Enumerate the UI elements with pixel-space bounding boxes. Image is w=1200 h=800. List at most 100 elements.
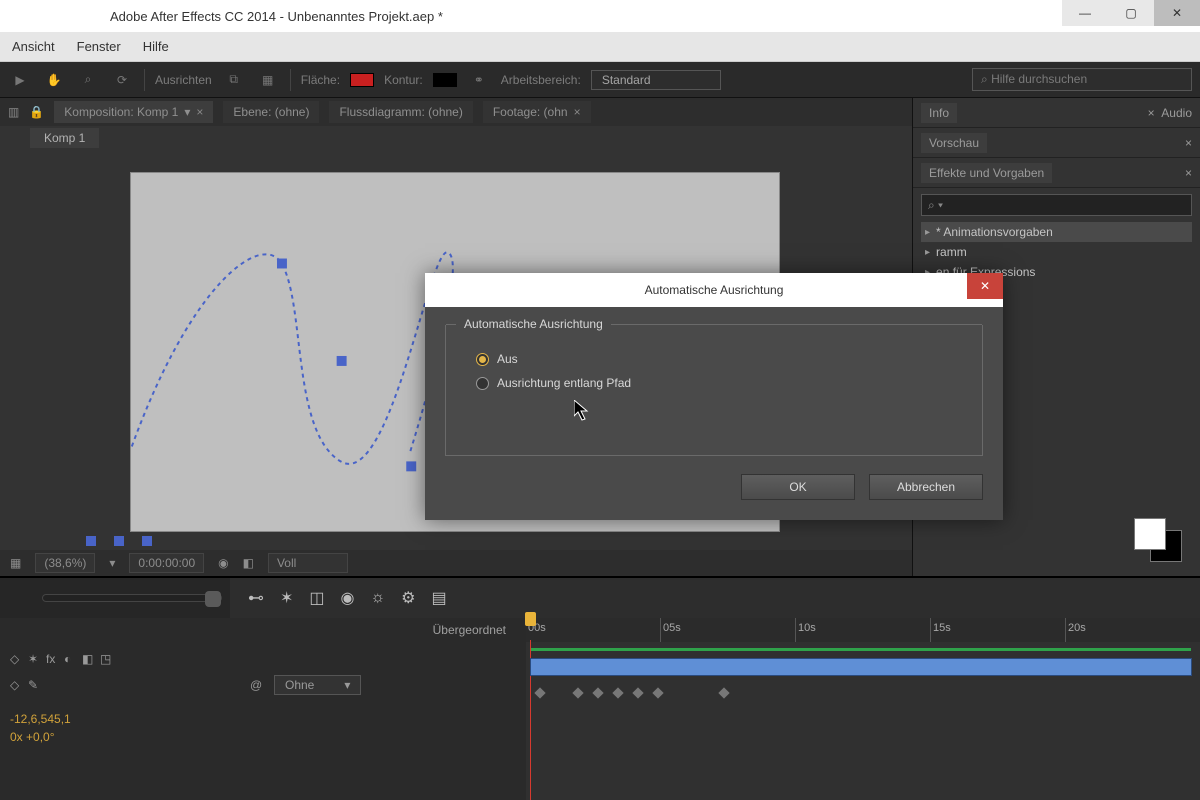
parent-pickwhip-icon[interactable]: @ (250, 678, 264, 692)
keyframe-icon[interactable] (718, 687, 729, 698)
mask-icon[interactable]: ◧ (243, 556, 254, 570)
rotation-value[interactable]: 0x +0,0° (10, 728, 516, 746)
auto-orient-fieldset: Automatische Ausrichtung Aus Ausrichtung… (445, 325, 983, 456)
shy-icon[interactable]: ✶ (280, 588, 293, 608)
radio-off[interactable]: Aus (464, 347, 964, 371)
auto-orient-dialog: Automatische Ausrichtung ✕ Automatische … (425, 273, 1003, 520)
parent-dropdown[interactable]: Ohne▾ (274, 675, 361, 695)
grid-icon[interactable]: ▦ (10, 556, 21, 570)
menu-bar: Ansicht Fenster Hilfe (0, 32, 1200, 62)
menu-fenster[interactable]: Fenster (77, 39, 121, 54)
time-ruler[interactable]: 00s 05s 10s 15s 20s (526, 618, 1200, 642)
close-icon[interactable]: × (1185, 136, 1192, 150)
preset-item[interactable]: * Animationsvorgaben (921, 222, 1192, 242)
project-icon[interactable]: ▥ (8, 105, 19, 119)
timeline-track-area[interactable] (526, 642, 1200, 800)
switches-icon[interactable]: ▤ (432, 588, 447, 608)
dialog-titlebar[interactable]: Automatische Ausrichtung ✕ (425, 273, 1003, 307)
rotate-tool-icon[interactable]: ⟳ (110, 68, 134, 92)
radio-icon (476, 353, 489, 366)
panel-info-header[interactable]: Info × Audio (913, 98, 1200, 128)
panel-tab-strip: ▥ 🔒 Komposition: Komp 1▾× Ebene: (ohne) … (0, 98, 912, 126)
search-icon: ⌕ (981, 72, 988, 86)
workspace-label: Arbeitsbereich: (501, 73, 581, 87)
window-maximize-button[interactable]: ▢ (1108, 0, 1154, 26)
fx-icon[interactable]: fx (46, 652, 60, 666)
d3-icon[interactable]: ◳ (100, 652, 114, 666)
separator (290, 69, 291, 91)
separator (144, 69, 145, 91)
window-close-button[interactable]: ✕ (1154, 0, 1200, 26)
layer-duration-bar[interactable] (530, 658, 1192, 676)
cancel-button[interactable]: Abbrechen (869, 474, 983, 500)
radio-orient-along-path[interactable]: Ausrichtung entlang Pfad (464, 371, 964, 395)
menu-ansicht[interactable]: Ansicht (12, 39, 55, 54)
window-title: Adobe After Effects CC 2014 - Unbenannte… (110, 9, 443, 24)
options-toolbar: ▶ ✋ ⌕ ⟳ Ausrichten ⧉ ▦ Fläche: Kontur: ⚭… (0, 62, 1200, 98)
lock-icon[interactable]: 🔒 (29, 105, 44, 119)
effects-search-input[interactable]: ⌕ ▾ (921, 194, 1192, 216)
menu-hilfe[interactable]: Hilfe (143, 39, 169, 54)
workspace-dropdown[interactable]: Standard (591, 70, 721, 90)
close-icon[interactable]: × (1185, 166, 1192, 180)
snap-icon[interactable]: ⧉ (222, 68, 246, 92)
close-icon[interactable]: × (1148, 106, 1155, 120)
keyframe-icon[interactable] (612, 687, 623, 698)
zoom-tool-icon[interactable]: ⌕ (76, 68, 100, 92)
keyframe-nav-icon[interactable]: ◇ (10, 678, 24, 692)
tab-flussdiagramm[interactable]: Flussdiagramm: (ohne) (329, 101, 472, 123)
color-swatch-widget[interactable] (1134, 518, 1182, 562)
keyframe-row (530, 686, 1192, 700)
selection-tool-icon[interactable]: ▶ (8, 68, 32, 92)
parent-column-header: Übergeordnet (433, 623, 506, 637)
preset-item[interactable]: ramm (921, 242, 1192, 262)
tab-komposition[interactable]: Komposition: Komp 1▾× (54, 101, 213, 123)
fieldset-legend: Automatische Ausrichtung (456, 317, 611, 331)
keyframe-icon[interactable] (652, 687, 663, 698)
tab-footage[interactable]: Footage: (ohn× (483, 101, 591, 123)
panel-vorschau-header[interactable]: Vorschau × (913, 128, 1200, 158)
av-features-icon[interactable]: ◇ (10, 652, 24, 666)
zoom-slider[interactable] (42, 594, 222, 602)
edit-icon[interactable]: ✎ (28, 678, 42, 692)
dialog-close-button[interactable]: ✕ (967, 273, 1003, 299)
link-icon[interactable]: ⚭ (467, 68, 491, 92)
panel-effekte-header[interactable]: Effekte und Vorgaben × (913, 158, 1200, 188)
radio-icon (476, 377, 489, 390)
close-icon[interactable]: × (196, 105, 203, 119)
keyframe-icon[interactable] (572, 687, 583, 698)
window-titlebar: Adobe After Effects CC 2014 - Unbenannte… (0, 0, 1200, 32)
motion-blur-icon[interactable]: ◉ (341, 588, 355, 608)
resolution-dropdown[interactable]: Voll (268, 553, 348, 573)
keyframe-icon[interactable] (534, 687, 545, 698)
motion-blur-icon[interactable]: ◐ (64, 652, 78, 666)
fill-swatch[interactable] (350, 73, 374, 87)
subtab-komp1[interactable]: Komp 1 (30, 128, 99, 148)
window-minimize-button[interactable]: — (1062, 0, 1108, 26)
tab-ebene[interactable]: Ebene: (ohne) (223, 101, 319, 123)
draft3d-icon[interactable]: ⚙ (401, 588, 415, 608)
fill-label: Fläche: (301, 73, 340, 87)
align-label: Ausrichten (155, 73, 212, 87)
ok-button[interactable]: OK (741, 474, 855, 500)
viewport-footer: ▦ (38,6%) ▾ 0:00:00:00 ◉ ◧ Voll (0, 550, 912, 576)
res-icon[interactable]: ▾ (109, 556, 115, 570)
position-value[interactable]: -12,6,545,1 (10, 710, 516, 728)
brainstorm-icon[interactable]: ☼ (371, 589, 386, 607)
keyframe-icon[interactable] (592, 687, 603, 698)
stroke-label: Kontur: (384, 73, 423, 87)
hand-tool-icon[interactable]: ✋ (42, 68, 66, 92)
snap-grid-icon[interactable]: ▦ (256, 68, 280, 92)
graph-editor-icon[interactable]: ⊷ (248, 588, 264, 608)
shy-icon[interactable]: ✶ (28, 652, 42, 666)
stroke-swatch[interactable] (433, 73, 457, 87)
camera-icon[interactable]: ◉ (218, 556, 228, 570)
frame-blend-icon[interactable]: ◫ (309, 588, 324, 608)
adjustment-icon[interactable]: ◧ (82, 652, 96, 666)
zoom-level[interactable]: (38,6%) (35, 553, 95, 573)
keyframe-icon[interactable] (632, 687, 643, 698)
timecode-display[interactable]: 0:00:00:00 (129, 553, 204, 573)
help-search-input[interactable]: ⌕ Hilfe durchsuchen (972, 68, 1192, 91)
layer-switches-area: ◇ ✶ fx ◐ ◧ ◳ ◇ ✎ @ Ohne▾ -12,6,545,1 0x … (0, 642, 526, 800)
close-icon[interactable]: × (574, 105, 581, 119)
